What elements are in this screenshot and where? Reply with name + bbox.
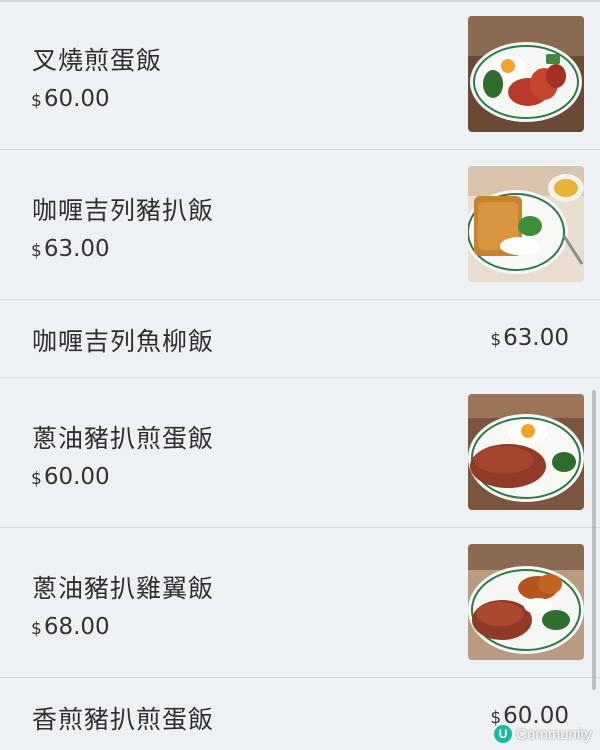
menu-item-name: 咖喱吉列魚柳飯 <box>32 327 215 356</box>
menu-item-name: 蔥油豬扒雞翼飯 <box>32 574 215 603</box>
currency-symbol: $ <box>31 469 42 489</box>
food-photo-graphic <box>468 544 584 660</box>
menu-item-price: $63.00 <box>490 325 569 351</box>
menu-item-name: 香煎豬扒煎蛋飯 <box>32 705 215 734</box>
menu-item-price: $68.00 <box>31 614 110 640</box>
community-logo-icon: U <box>494 725 513 743</box>
currency-symbol: $ <box>31 91 42 111</box>
price-value: 60.00 <box>43 464 110 490</box>
curry-pork-cutlet-rice-photo[interactable] <box>468 166 584 282</box>
watermark-text: Community <box>516 725 592 743</box>
currency-symbol: $ <box>490 330 502 350</box>
menu-item[interactable]: 蔥油豬扒煎蛋飯 $60.00 <box>0 378 600 528</box>
char-siu-fried-egg-rice-photo[interactable] <box>468 16 584 132</box>
food-photo-graphic <box>468 166 584 282</box>
menu-item-price: $60.00 <box>31 464 110 490</box>
menu-item[interactable]: 蔥油豬扒雞翼飯 $68.00 <box>0 528 600 678</box>
scallion-pork-chop-fried-egg-rice-photo[interactable] <box>468 394 584 510</box>
menu-item-name: 蔥油豬扒煎蛋飯 <box>32 424 215 453</box>
watermark: U Community <box>494 725 592 743</box>
menu-item[interactable]: 咖喱吉列豬扒飯 $63.00 <box>0 150 600 300</box>
menu-item-name: 叉燒煎蛋飯 <box>32 46 163 75</box>
menu-item-price: $60.00 <box>31 86 110 112</box>
currency-symbol: $ <box>31 241 42 261</box>
scrollbar[interactable] <box>592 390 596 690</box>
menu-item-price: $63.00 <box>31 236 110 262</box>
currency-symbol: $ <box>31 619 42 639</box>
menu-list: 叉燒煎蛋飯 $60.00 咖喱吉列豬扒飯 $63.00 咖喱吉列魚柳飯 $63.… <box>0 0 600 750</box>
menu-item[interactable]: 咖喱吉列魚柳飯 $63.00 <box>0 300 600 378</box>
menu-screen: 叉燒煎蛋飯 $60.00 咖喱吉列豬扒飯 $63.00 咖喱吉列魚柳飯 $63.… <box>0 0 600 750</box>
menu-item[interactable]: 叉燒煎蛋飯 $60.00 <box>0 0 600 150</box>
food-photo-graphic <box>468 394 584 510</box>
menu-item-name: 咖喱吉列豬扒飯 <box>32 196 215 225</box>
price-value: 63.00 <box>43 236 110 262</box>
scallion-pork-chop-chicken-wing-rice-photo[interactable] <box>468 544 584 660</box>
food-photo-graphic <box>468 16 584 132</box>
price-value: 60.00 <box>43 86 110 112</box>
price-value: 63.00 <box>503 325 569 351</box>
price-value: 68.00 <box>43 614 110 640</box>
